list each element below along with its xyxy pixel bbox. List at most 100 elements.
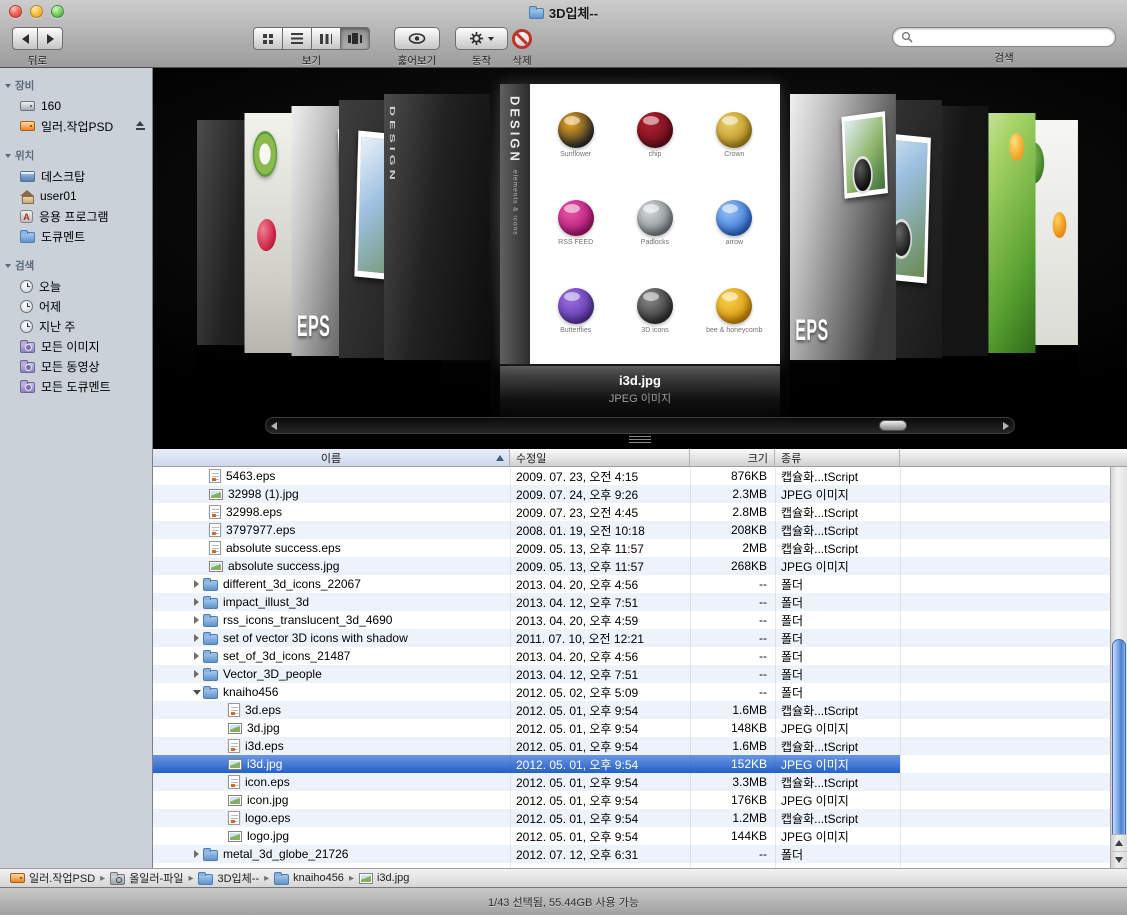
column-header-size[interactable]: 크기 [690,449,775,466]
row-date-cell: 2012. 07. 12, 오후 6:31 [510,846,690,863]
cover-label: EPS [795,314,828,348]
path-item[interactable]: i3d.jpg [359,872,409,884]
list-row[interactable]: impact_illust_3d2013. 04. 12, 오후 7:51--폴… [153,593,1110,611]
file-name: Vector_3D_people [223,667,322,681]
delete-button[interactable] [512,27,532,50]
sidebar-item[interactable]: 어제 [0,296,152,316]
disclosure-triangle[interactable] [190,850,203,858]
coverflow-scrollbar[interactable] [265,417,1015,434]
list-row[interactable]: 32998 (1).jpg2009. 07. 24, 오후 9:262.3MBJ… [153,485,1110,503]
sidebar-item[interactable]: 모든 도큐멘트 [0,376,152,396]
path-item[interactable]: knaiho456 [274,872,344,885]
sidebar-section-title: 장비 [15,78,34,93]
sidebar-item[interactable]: 모든 동영상 [0,356,152,376]
icon-thumb-label: 3D icons [641,327,668,335]
list-row[interactable]: rss_icons_translucent_3d_46902013. 04. 2… [153,611,1110,629]
sidebar: 장비160일러.작업PSD위치데스크탑user01응용 프로그램도큐멘트검색오늘… [0,68,153,868]
column-header-kind[interactable]: 종류 [775,449,900,466]
list-row[interactable]: logo.eps2012. 05. 01, 오후 9:541.2MB캡슐화...… [153,809,1110,827]
sidebar-item[interactable]: 모든 이미지 [0,336,152,356]
row-date-cell: 2009. 05. 13, 오후 11:57 [510,558,690,575]
row-name-cell: logo.jpg [153,829,510,843]
list-row[interactable]: knaiho4562012. 05. 02, 오후 5:09--폴더 [153,683,1110,701]
disclosure-triangle[interactable] [190,598,203,606]
center-cover-icon: RSS FEED [536,180,615,268]
column-header-name[interactable]: 이름 [153,449,510,466]
list-row[interactable]: logo.jpg2012. 05. 01, 오후 9:54144KBJPEG 이… [153,827,1110,845]
view-list-button[interactable] [282,27,312,50]
list-row[interactable]: 3d.jpg2012. 05. 01, 오후 9:54148KBJPEG 이미지 [153,719,1110,737]
quicklook-button[interactable] [394,27,440,50]
column-header-date[interactable]: 수정일 [510,449,690,466]
sidebar-item[interactable]: 도큐멘트 [0,226,152,246]
list-row[interactable]: i3d.eps2012. 05. 01, 오후 9:541.6MB캡슐화...t… [153,737,1110,755]
list-row[interactable]: different_3d_icons_220672013. 04. 20, 오후… [153,575,1110,593]
eps-icon [209,541,221,555]
eps-icon [228,811,240,825]
coverflow-scrollbar-thumb[interactable] [879,420,907,431]
file-name: 32998 (1).jpg [228,487,299,501]
list-row[interactable]: metal_3d_globe_217262012. 07. 12, 오후 6:3… [153,845,1110,863]
search-field[interactable] [892,27,1116,47]
disclosure-triangle[interactable] [190,652,203,660]
coverflow-scroll-right-icon[interactable] [1003,422,1009,430]
sidebar-item[interactable]: 데스크탑 [0,166,152,186]
search-input[interactable] [918,31,1107,43]
list-row[interactable]: 3797977.eps2008. 01. 19, 오전 10:18208KB캡슐… [153,521,1110,539]
list-row[interactable]: 3d.eps2012. 05. 01, 오후 9:541.6MB캡슐화...tS… [153,701,1110,719]
sidebar-item[interactable]: 일러.작업PSD [0,116,152,136]
list-row[interactable]: Vector_3D_people2013. 04. 12, 오후 7:51--폴… [153,665,1110,683]
coverflow-view[interactable]: camomilecamomileEPSEPSDESIGNDESIGNEPSEPS… [153,68,1127,449]
hdd-orange-icon [10,873,25,883]
path-item[interactable]: 올일러-파일 [110,870,183,886]
coverflow-center-cover[interactable]: DESIGN elements & icons SunflowerchipCro… [500,84,780,364]
disclosure-triangle[interactable] [190,634,203,642]
sidebar-item[interactable]: 응용 프로그램 [0,206,152,226]
row-name-cell: 5463.eps [153,469,510,483]
row-name-cell: logo.eps [153,811,510,825]
view-coverflow-button[interactable] [340,27,370,50]
path-item[interactable]: 3D입체-- [198,870,259,886]
eject-icon[interactable] [135,121,146,132]
coverflow-resize-grip[interactable] [629,436,651,444]
disclosure-triangle[interactable] [190,616,203,624]
disclosure-triangle[interactable] [190,580,203,588]
view-columns-button[interactable] [311,27,341,50]
folder-icon [203,616,218,627]
row-size-cell: -- [690,577,775,591]
list-row[interactable]: i3d.jpg2012. 05. 01, 오후 9:54152KBJPEG 이미… [153,755,1110,773]
file-name: i3d.eps [245,739,284,753]
forward-button[interactable] [37,27,63,50]
view-icons-button[interactable] [253,27,283,50]
scrollbar-thumb[interactable] [1112,639,1126,845]
path-item[interactable]: 일러.작업PSD [10,870,95,886]
row-size-cell: 1.6MB [690,739,775,753]
sidebar-item[interactable]: 오늘 [0,276,152,296]
sidebar-item[interactable]: 지난 주 [0,316,152,336]
vertical-scrollbar[interactable] [1110,467,1127,868]
sidebar-item-label: 지난 주 [39,318,75,335]
action-button[interactable] [455,27,508,50]
column-header-empty [900,449,1127,466]
list-row[interactable]: 32998.eps2009. 07. 23, 오전 4:452.8MB캡슐화..… [153,503,1110,521]
coverflow-scroll-left-icon[interactable] [271,422,277,430]
sidebar-item[interactable]: user01 [0,186,152,206]
disclosure-triangle[interactable] [190,670,203,678]
icon-thumb [558,112,594,148]
disclosure-triangle[interactable] [190,690,203,695]
row-kind-cell: 폴더 [775,630,900,647]
scroll-up-button[interactable] [1111,834,1127,851]
list-row[interactable]: icon.eps2012. 05. 01, 오후 9:543.3MB캡슐화...… [153,773,1110,791]
list-row[interactable]: 5463.eps2009. 07. 23, 오전 4:15876KB캡슐화...… [153,467,1110,485]
jpg-icon [228,723,242,734]
list-row[interactable]: icon.jpg2012. 05. 01, 오후 9:54176KBJPEG 이… [153,791,1110,809]
list-row[interactable]: absolute success.eps2009. 05. 13, 오후 11:… [153,539,1110,557]
list-row[interactable]: set of vector 3D icons with shadow2011. … [153,629,1110,647]
list-row[interactable]: absolute success.jpg2009. 05. 13, 오후 11:… [153,557,1110,575]
window-chrome: 3D입체-- 뒤로 보기 훑어보기 [0,0,1127,68]
list-row[interactable]: set_of_3d_icons_214872013. 04. 20, 오후 4:… [153,647,1110,665]
sidebar-item[interactable]: 160 [0,96,152,116]
back-button[interactable] [12,27,38,50]
column-view-icon [320,34,332,44]
scroll-down-button[interactable] [1111,851,1127,868]
